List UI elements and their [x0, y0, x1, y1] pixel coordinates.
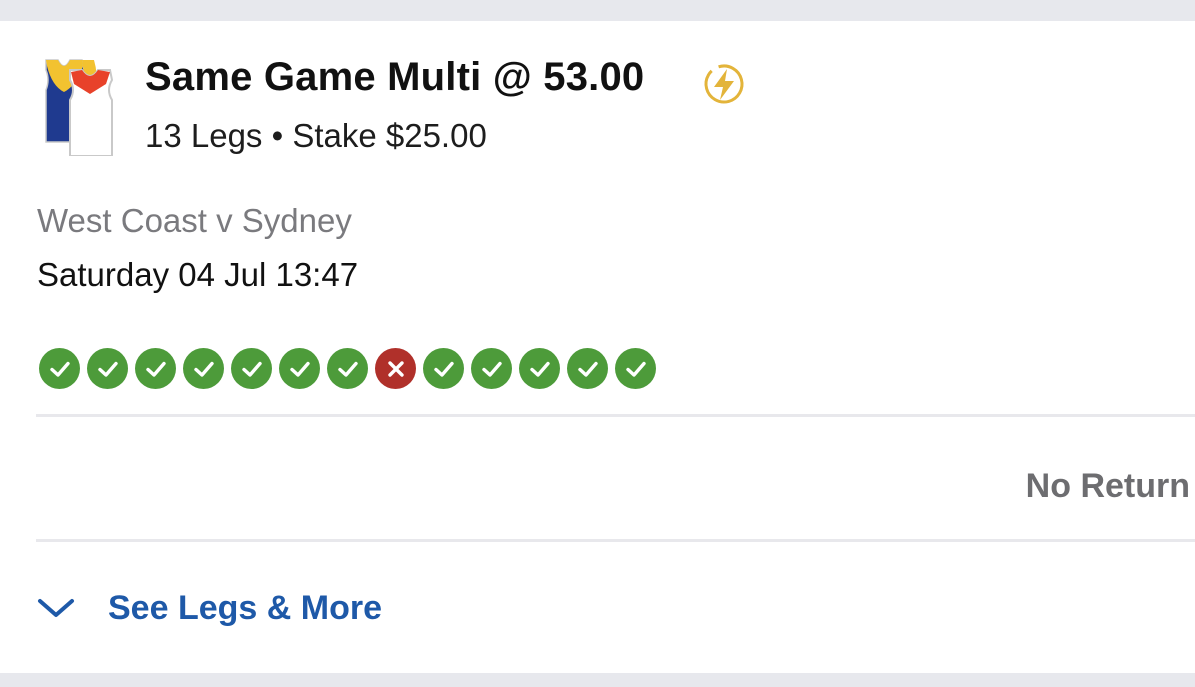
leg-status-won — [279, 348, 320, 389]
bet-title: Same Game Multi @ 53.00 — [145, 55, 645, 99]
divider — [36, 414, 1195, 417]
return-status: No Return — [1025, 467, 1190, 505]
check-icon — [97, 361, 118, 377]
event-datetime: Saturday 04 Jul 13:47 — [37, 256, 359, 293]
check-icon — [145, 361, 166, 377]
lightning-bolt-icon — [704, 64, 744, 104]
bet-summary: 13 Legs • Stake $25.00 — [145, 117, 487, 154]
bet-card: Same Game Multi @ 53.00 13 Legs • Stake … — [0, 21, 1195, 673]
check-icon — [49, 361, 70, 377]
check-icon — [577, 361, 598, 377]
leg-status-won — [615, 348, 656, 389]
check-icon — [337, 361, 358, 377]
leg-status-lost — [375, 348, 416, 389]
event-name: West Coast v Sydney — [37, 202, 352, 239]
leg-status-won — [327, 348, 368, 389]
leg-status-won — [135, 348, 176, 389]
check-icon — [289, 361, 310, 377]
leg-status-won — [519, 348, 560, 389]
check-icon — [193, 361, 214, 377]
leg-status-won — [183, 348, 224, 389]
check-icon — [529, 361, 550, 377]
leg-status-row — [39, 348, 663, 390]
leg-status-won — [39, 348, 80, 389]
leg-status-won — [231, 348, 272, 389]
cross-icon — [387, 360, 404, 377]
chevron-down-icon — [38, 599, 74, 617]
check-icon — [481, 361, 502, 377]
leg-status-won — [423, 348, 464, 389]
see-legs-button[interactable]: See Legs & More — [36, 583, 382, 633]
check-icon — [241, 361, 262, 377]
leg-status-won — [567, 348, 608, 389]
team-jerseys-icon — [45, 59, 114, 156]
check-icon — [625, 361, 646, 377]
divider — [36, 539, 1195, 542]
leg-status-won — [87, 348, 128, 389]
check-icon — [433, 361, 454, 377]
leg-status-won — [471, 348, 512, 389]
see-legs-label: See Legs & More — [108, 588, 382, 627]
